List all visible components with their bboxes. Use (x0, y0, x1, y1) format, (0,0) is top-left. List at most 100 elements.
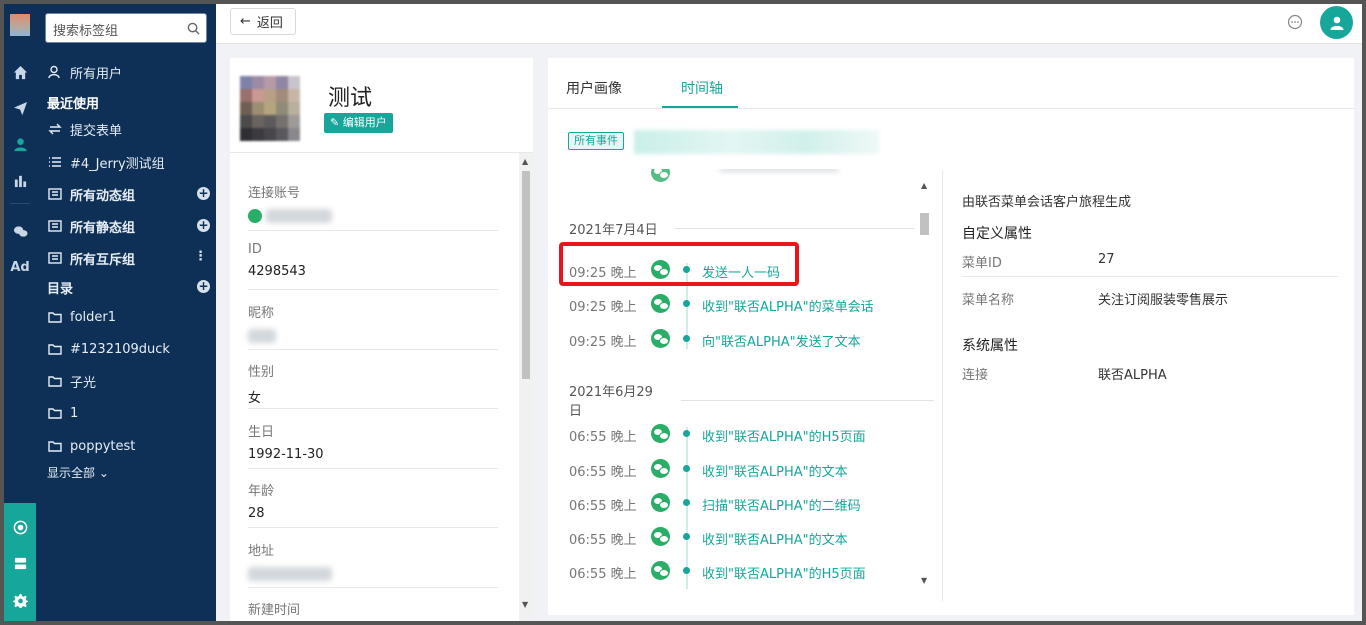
field-label: 新建时间 (248, 603, 301, 618)
sidebar-item-exclusive-groups[interactable]: 所有互斥组 ⋮ (36, 244, 216, 272)
timeline-event[interactable]: 09:25 晚上 收到"联否ALPHA"的菜单会话 (569, 293, 909, 315)
sidebar-item-all-users[interactable]: 所有用户 (36, 58, 216, 86)
timeline-event[interactable]: 06:55 晚上 扫描"联否ALPHA"的二维码 (569, 492, 909, 514)
event-text[interactable]: 向"联否ALPHA"发送了文本 (702, 331, 861, 350)
more-vertical-icon[interactable]: ⋮ (194, 249, 207, 265)
redacted-filter (634, 130, 879, 154)
server-icon[interactable] (4, 550, 36, 576)
scrollbar-thumb[interactable] (920, 213, 929, 235)
property-value: 关注订阅服装零售展示 (1098, 293, 1229, 308)
scroll-down-icon[interactable]: ▼ (522, 600, 528, 609)
back-button[interactable]: ← 返回 (230, 8, 296, 35)
sidebar-item-label: 1 (70, 405, 79, 421)
edit-icon: ✎ (330, 116, 340, 129)
gear-network-icon[interactable] (4, 514, 36, 540)
sidebar-item-catalog[interactable]: 目录 + (36, 273, 216, 301)
app-logo (10, 14, 30, 36)
scroll-down-icon[interactable]: ▼ (921, 576, 927, 585)
recent-heading: 最近使用 (47, 97, 100, 112)
settings-icon[interactable] (4, 587, 36, 613)
scrollbar-thumb[interactable] (522, 171, 530, 379)
tab-user-profile[interactable]: 用户画像 (566, 78, 622, 98)
tab-timeline[interactable]: 时间轴 (681, 78, 723, 98)
wechat-icon[interactable] (4, 218, 36, 244)
timeline-dot (683, 335, 690, 342)
sidebar-item-folder[interactable]: 1 (36, 399, 216, 427)
system-properties-title: 系统属性 (962, 338, 1018, 354)
add-folder-icon[interactable]: + (197, 280, 210, 293)
arrow-left-icon: ← (240, 14, 251, 29)
group-folder-icon (47, 218, 63, 234)
sidebar-item-label: 提交表单 (70, 123, 123, 139)
sidebar-item-folder[interactable]: poppytest (36, 432, 216, 460)
timeline-scrollbar[interactable]: ▲ ▼ (916, 181, 932, 591)
property-key: 连接 (962, 368, 989, 383)
event-text[interactable]: 扫描"联否ALPHA"的二维码 (702, 495, 861, 514)
search-icon[interactable] (187, 22, 200, 35)
timeline-event[interactable]: 06:55 晚上 收到"联否ALPHA"的文本 (569, 458, 909, 480)
wechat-icon (651, 493, 670, 512)
user-icon (1330, 16, 1343, 30)
detail-subtitle: 由联否菜单会话客户旅程生成 (962, 195, 1132, 210)
profile-name: 测试 (328, 86, 373, 111)
event-text[interactable]: 收到"联否ALPHA"的H5页面 (702, 563, 866, 582)
field-label: 连接账号 (248, 186, 301, 201)
chevron-down-icon: ⌄ (98, 466, 109, 480)
wechat-icon (651, 169, 670, 182)
field-label: 性别 (248, 365, 275, 380)
sidebar-item-label: folder1 (70, 309, 117, 325)
field-label: 地址 (248, 544, 275, 559)
add-static-group-icon[interactable]: + (197, 219, 210, 232)
all-events-tag[interactable]: 所有事件 (568, 132, 624, 150)
sidebar-item-static-groups[interactable]: 所有静态组 + (36, 212, 216, 240)
highlight-box (559, 242, 799, 286)
sidebar-item-recent-group[interactable]: #4_Jerry测试组 (36, 148, 216, 176)
field-created-time: 新建时间 (248, 599, 498, 618)
wechat-icon (651, 294, 670, 313)
sidebar: 搜索标签组 所有用户 最近使用 提交表单 #4_Jerry测试组 所有动态组 +… (36, 4, 216, 621)
sidebar-item-folder[interactable]: #1232109duck (36, 335, 216, 363)
scrollbar[interactable]: ▲ ▼ (519, 153, 533, 621)
home-icon[interactable] (4, 59, 36, 85)
scroll-up-icon[interactable]: ▲ (921, 181, 927, 190)
back-label: 返回 (256, 16, 283, 31)
edit-user-button[interactable]: ✎ 编辑用户 (324, 113, 393, 133)
redacted-value (248, 566, 332, 581)
add-dynamic-group-icon[interactable]: + (197, 187, 210, 200)
sidebar-item-submit-form[interactable]: 提交表单 (36, 115, 216, 143)
timeline-event[interactable]: 09:25 晚上 向"联否ALPHA"发送了文本 (569, 328, 909, 350)
timeline-event-partial (569, 169, 909, 184)
timeline-dot (683, 430, 690, 437)
event-text[interactable]: 收到"联否ALPHA"的文本 (702, 461, 848, 480)
event-text[interactable]: 收到"联否ALPHA"的H5页面 (702, 426, 866, 445)
edit-user-label: 编辑用户 (342, 116, 387, 129)
timeline-date: 2021年6月29日 (569, 381, 934, 419)
timeline-event[interactable]: 06:55 晚上 收到"联否ALPHA"的文本 (569, 526, 909, 548)
message-icon[interactable] (1287, 14, 1303, 30)
profile-header: 测试 ✎ 编辑用户 (230, 58, 533, 152)
account-avatar[interactable] (1320, 6, 1353, 39)
send-icon[interactable] (4, 95, 36, 121)
sidebar-item-label: #4_Jerry测试组 (70, 156, 165, 172)
search-input[interactable]: 搜索标签组 (45, 13, 207, 43)
users-icon (47, 64, 63, 80)
user-icon[interactable] (4, 131, 36, 157)
timeline-event[interactable]: 06:55 晚上 收到"联否ALPHA"的H5页面 (569, 423, 909, 445)
sidebar-item-dynamic-groups[interactable]: 所有动态组 + (36, 180, 216, 208)
event-text[interactable]: 收到"联否ALPHA"的文本 (702, 529, 848, 548)
chart-icon[interactable] (4, 167, 36, 193)
sidebar-item-folder[interactable]: folder1 (36, 303, 216, 331)
show-all-link[interactable]: 显示全部 ⌄ (47, 464, 109, 481)
field-birthday: 生日 1992-11-30 (248, 421, 498, 469)
sidebar-item-folder[interactable]: 子光 (36, 367, 216, 395)
event-text[interactable]: 收到"联否ALPHA"的菜单会话 (702, 296, 874, 315)
property-key: 菜单名称 (962, 293, 1015, 308)
ad-icon[interactable]: Ad (4, 254, 36, 280)
catalog-heading: 目录 (47, 281, 74, 297)
scroll-up-icon[interactable]: ▲ (522, 157, 528, 166)
timeline-event[interactable]: 06:55 晚上 收到"联否ALPHA"的H5页面 (569, 560, 909, 582)
event-time: 06:55 晚上 (569, 430, 637, 445)
timeline-dot (683, 499, 690, 506)
date-label: 2021年6月29日 (569, 385, 653, 419)
wechat-icon (651, 459, 670, 478)
